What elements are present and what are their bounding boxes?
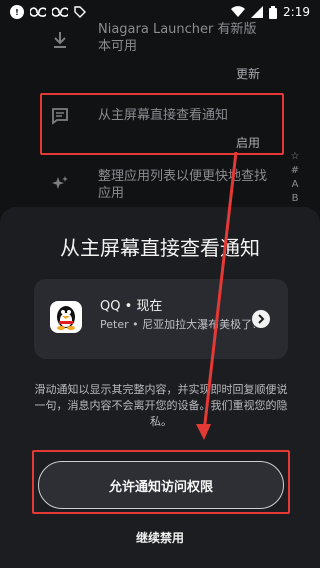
loop-icon bbox=[52, 7, 68, 17]
qq-penguin-icon bbox=[50, 301, 82, 333]
keep-disabled-button[interactable]: 继续禁用 bbox=[0, 529, 320, 546]
battery-icon bbox=[269, 5, 278, 19]
update-text: Niagara Launcher 有新版本可用 bbox=[98, 22, 257, 54]
status-bar: ! 2:19 bbox=[0, 0, 320, 24]
signal-icon bbox=[251, 6, 264, 18]
status-left-icons: ! bbox=[10, 5, 86, 19]
organize-text: 整理应用列表以便更快地查找应用 bbox=[98, 169, 268, 201]
row-highlight-box bbox=[40, 93, 284, 155]
allow-highlight-box bbox=[32, 450, 290, 514]
alpha-star[interactable]: ☆ bbox=[288, 150, 302, 164]
update-button[interactable]: 更新 bbox=[236, 65, 260, 82]
update-row[interactable]: Niagara Launcher 有新版本可用 更新 bbox=[0, 22, 290, 84]
status-right: 2:19 bbox=[231, 5, 310, 19]
chevron-right-icon[interactable] bbox=[252, 310, 270, 328]
wifi-icon bbox=[231, 6, 246, 18]
sheet-title: 从主屏幕直接查看通知 bbox=[60, 236, 260, 260]
download-icon bbox=[54, 32, 66, 48]
alpha-b[interactable]: B bbox=[288, 192, 302, 206]
bottom-sheet: 从主屏幕直接查看通知 QQ • 现在 Peter • 尼亚加拉大瀑布美极了! 滑… bbox=[0, 207, 320, 568]
alpha-a[interactable]: A bbox=[288, 178, 302, 192]
sample-notification-card[interactable]: QQ • 现在 Peter • 尼亚加拉大瀑布美极了! bbox=[34, 279, 288, 359]
alpha-hash[interactable]: # bbox=[288, 164, 302, 178]
loop-icon bbox=[30, 7, 46, 17]
privacy-description: 滑动通知以显示其完整内容，并实现即时回复顺便说一句，消息内容不会离开您的设备。我… bbox=[34, 383, 288, 428]
clock: 2:19 bbox=[283, 5, 310, 19]
sparkle-icon bbox=[52, 176, 68, 189]
notification-app-label: QQ • 现在 bbox=[100, 299, 163, 314]
tag-icon bbox=[74, 6, 86, 18]
notification-body: Peter • 尼亚加拉大瀑布美极了! bbox=[100, 318, 257, 331]
notification-badge-icon: ! bbox=[10, 5, 24, 19]
alphabet-scroller[interactable]: ☆ # A B bbox=[288, 150, 302, 206]
